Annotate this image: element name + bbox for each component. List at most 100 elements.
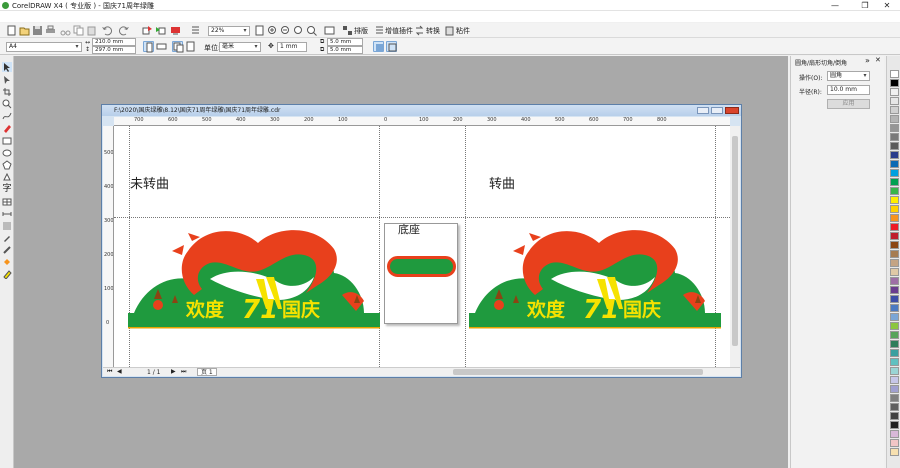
page-tab[interactable]: 页 1 bbox=[197, 368, 217, 376]
guideline[interactable] bbox=[114, 217, 730, 218]
zoom-all-icon[interactable] bbox=[306, 25, 317, 36]
plugins-icon[interactable] bbox=[374, 25, 385, 36]
ellipse-tool-icon[interactable] bbox=[2, 148, 12, 158]
nudge-distance-field[interactable]: 1 mm bbox=[277, 42, 307, 52]
sculpture-unconverted[interactable]: 欢度 71 国庆 bbox=[128, 219, 380, 329]
horizontal-scroll-thumb[interactable] bbox=[453, 369, 703, 375]
close-button[interactable]: ✕ bbox=[874, 0, 900, 11]
color-swatch[interactable] bbox=[890, 259, 899, 267]
smart-fill-tool-icon[interactable] bbox=[2, 123, 12, 133]
plugins-menu-label[interactable]: 增值插件 bbox=[385, 26, 413, 36]
color-swatch[interactable] bbox=[890, 439, 899, 447]
copy-icon[interactable] bbox=[73, 25, 84, 36]
publish-icon[interactable] bbox=[170, 25, 181, 36]
convert-icon[interactable] bbox=[414, 25, 425, 36]
color-swatch[interactable] bbox=[890, 241, 899, 249]
page-width-field[interactable]: 210.0 mm bbox=[92, 38, 136, 46]
color-swatch[interactable] bbox=[890, 232, 899, 240]
color-swatch[interactable] bbox=[890, 142, 899, 150]
color-swatch[interactable] bbox=[890, 115, 899, 123]
color-swatch[interactable] bbox=[890, 313, 899, 321]
unconverted-label[interactable]: 未转曲 bbox=[130, 173, 169, 192]
converted-label[interactable]: 转曲 bbox=[489, 173, 515, 192]
docker-expand-icon[interactable]: » bbox=[865, 56, 870, 65]
paper-size-select[interactable]: A4 ▾ bbox=[6, 42, 82, 52]
sculpture-converted[interactable]: 欢度 71 国庆 bbox=[469, 219, 721, 329]
paste-menu-label[interactable]: 粘件 bbox=[456, 26, 470, 36]
zoom-level-select[interactable]: 22% ▾ bbox=[208, 26, 250, 36]
arrange-icon[interactable] bbox=[342, 25, 353, 36]
doc-close-button[interactable] bbox=[725, 107, 739, 114]
color-swatch[interactable] bbox=[890, 70, 899, 78]
application-launcher-icon[interactable] bbox=[190, 25, 201, 36]
color-swatch[interactable] bbox=[890, 295, 899, 303]
color-swatch[interactable] bbox=[890, 340, 899, 348]
open-folder-icon[interactable] bbox=[19, 25, 30, 36]
radius-field[interactable]: 10.0 mm bbox=[827, 85, 870, 95]
interactive-tool-icon[interactable] bbox=[2, 221, 12, 231]
rectangle-tool-icon[interactable] bbox=[2, 136, 12, 146]
import-icon[interactable] bbox=[142, 25, 153, 36]
snap-to-grid-icon[interactable] bbox=[386, 41, 397, 52]
vertical-scroll-thumb[interactable] bbox=[732, 136, 738, 346]
color-swatch[interactable] bbox=[890, 349, 899, 357]
interactive-fill-tool-icon[interactable] bbox=[2, 269, 12, 280]
polygon-tool-icon[interactable] bbox=[2, 160, 12, 170]
color-swatch[interactable] bbox=[890, 196, 899, 204]
current-page-icon[interactable] bbox=[185, 41, 196, 52]
zoom-to-page-icon[interactable] bbox=[254, 25, 265, 36]
base-panel[interactable]: 底座 bbox=[384, 223, 458, 324]
landscape-icon[interactable] bbox=[156, 41, 167, 52]
color-swatch[interactable] bbox=[890, 250, 899, 258]
cut-icon[interactable] bbox=[60, 25, 71, 36]
color-swatch[interactable] bbox=[890, 286, 899, 294]
color-swatch[interactable] bbox=[890, 403, 899, 411]
color-swatch[interactable] bbox=[890, 124, 899, 132]
pick-tool-icon[interactable] bbox=[2, 62, 12, 72]
paste-icon[interactable] bbox=[86, 25, 97, 36]
color-swatch[interactable] bbox=[890, 160, 899, 168]
color-swatch[interactable] bbox=[890, 376, 899, 384]
outline-tool-icon[interactable] bbox=[2, 245, 12, 255]
basic-shapes-tool-icon[interactable] bbox=[2, 172, 12, 182]
color-swatch[interactable] bbox=[890, 97, 899, 105]
zoom-in-icon[interactable] bbox=[267, 25, 278, 36]
crop-tool-icon[interactable] bbox=[2, 87, 12, 97]
color-swatch[interactable] bbox=[890, 385, 899, 393]
color-swatch[interactable] bbox=[890, 304, 899, 312]
drawing-canvas[interactable]: 未转曲 转曲 底座 欢度 71 国庆 欢度 71 国庆 bbox=[114, 126, 730, 367]
color-swatch[interactable] bbox=[890, 205, 899, 213]
page-first-icon[interactable]: ⏮ bbox=[107, 368, 112, 376]
color-swatch[interactable] bbox=[890, 322, 899, 330]
new-document-icon[interactable] bbox=[6, 25, 17, 36]
page-next-icon[interactable]: ▶ bbox=[171, 368, 176, 375]
color-swatch[interactable] bbox=[890, 151, 899, 159]
zoom-page-width-icon[interactable] bbox=[324, 25, 335, 36]
guideline[interactable] bbox=[465, 126, 466, 367]
all-pages-icon[interactable] bbox=[172, 41, 184, 53]
treat-as-filled-icon[interactable] bbox=[373, 41, 384, 52]
print-icon[interactable] bbox=[45, 25, 56, 36]
color-swatch[interactable] bbox=[890, 223, 899, 231]
color-swatch[interactable] bbox=[890, 88, 899, 96]
arrange-menu-label[interactable]: 排版 bbox=[354, 26, 368, 36]
zoom-out-icon[interactable] bbox=[280, 25, 291, 36]
table-tool-icon[interactable] bbox=[2, 197, 12, 207]
color-swatch[interactable] bbox=[890, 79, 899, 87]
color-swatch[interactable] bbox=[890, 421, 899, 429]
color-swatch[interactable] bbox=[890, 178, 899, 186]
color-swatch[interactable] bbox=[890, 187, 899, 195]
page-height-field[interactable]: 297.0 mm bbox=[92, 46, 136, 54]
paste-special-icon[interactable] bbox=[444, 25, 455, 36]
doc-restore-button[interactable] bbox=[711, 107, 723, 114]
operation-select[interactable]: 圆角 ▾ bbox=[827, 71, 870, 81]
freehand-tool-icon[interactable] bbox=[2, 111, 12, 121]
portrait-icon[interactable] bbox=[143, 41, 154, 53]
color-swatch[interactable] bbox=[890, 412, 899, 420]
redo-icon[interactable] bbox=[119, 25, 130, 36]
vertical-scrollbar[interactable] bbox=[730, 126, 740, 367]
convert-menu-label[interactable]: 转换 bbox=[426, 26, 440, 36]
units-select[interactable]: 毫米 ▾ bbox=[219, 42, 261, 52]
color-swatch[interactable] bbox=[890, 214, 899, 222]
color-swatch[interactable] bbox=[890, 268, 899, 276]
